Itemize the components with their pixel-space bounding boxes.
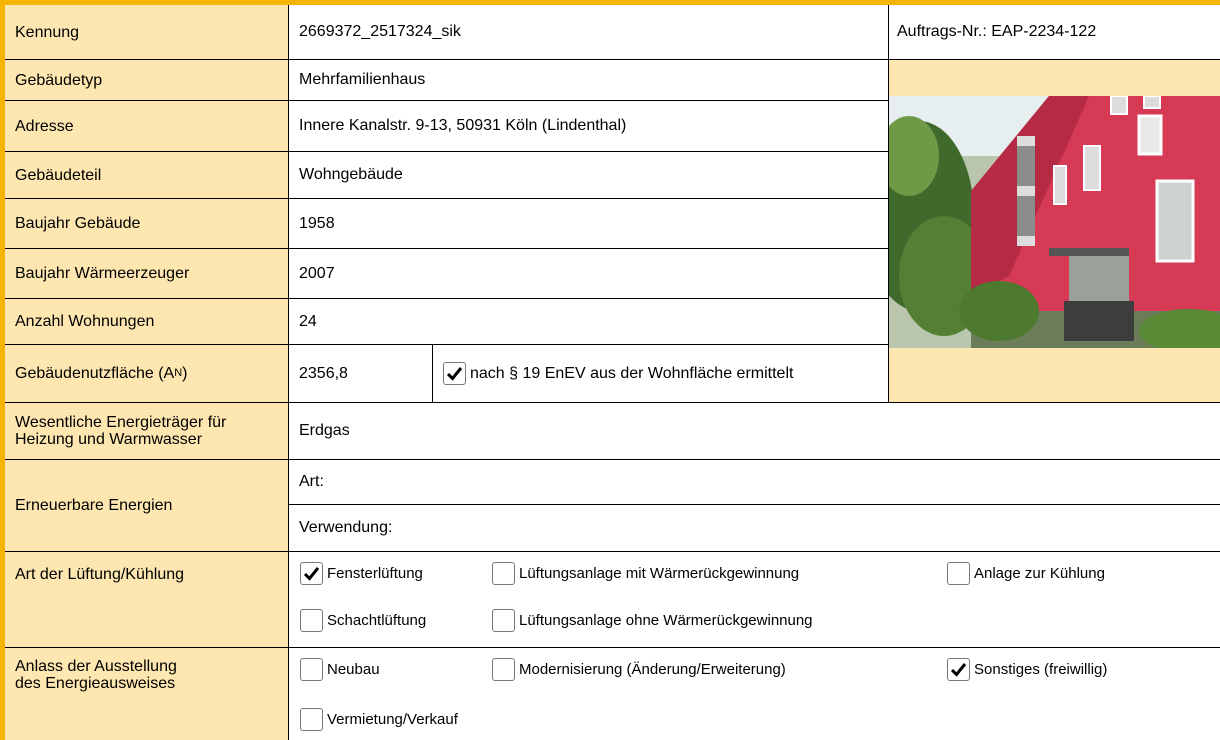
option-kuehlung[interactable]: Anlage zur Kühlung xyxy=(947,562,1105,585)
label-nutzflaeche-text: Gebäudenutzfläche (A xyxy=(15,365,175,382)
value-adresse: Innere Kanalstr. 9-13, 50931 Köln (Linde… xyxy=(289,101,889,152)
option-lueftung-mit-wrg-label: Lüftungsanlage mit Wärmerückgewinnung xyxy=(519,565,800,582)
value-gebaeudetyp: Mehrfamilienhaus xyxy=(289,60,889,101)
option-lueftung-ohne-wrg-label: Lüftungsanlage ohne Wärmerückgewinnung xyxy=(519,612,813,629)
option-kuehlung-label: Anlage zur Kühlung xyxy=(974,565,1105,582)
vermietung-checkbox[interactable] xyxy=(300,708,323,731)
label-anlass: Anlass der Ausstellung des Energieauswei… xyxy=(5,648,289,740)
value-nutzflaeche: 2356,8 xyxy=(289,345,433,403)
label-nutzflaeche-sub: N xyxy=(174,367,183,379)
option-neubau[interactable]: Neubau xyxy=(300,658,380,681)
label-anzahl-wohnungen: Anzahl Wohnungen xyxy=(5,299,289,345)
fensterlueftung-checkbox[interactable] xyxy=(300,562,323,585)
label-anlass-line2: des Energieausweises xyxy=(15,675,176,692)
label-adresse: Adresse xyxy=(5,101,289,152)
label-baujahr-gebaeude: Baujahr Gebäude xyxy=(5,199,289,249)
option-neubau-label: Neubau xyxy=(327,661,380,678)
label-energietraeger: Wesentliche Energieträger für Heizung un… xyxy=(5,403,289,460)
label-baujahr-waermeerzeuger: Baujahr Wärmeerzeuger xyxy=(5,249,289,299)
neubau-checkbox[interactable] xyxy=(300,658,323,681)
value-gebaeudeteil: Wohngebäude xyxy=(289,152,889,199)
modernisierung-checkbox[interactable] xyxy=(492,658,515,681)
option-modernisierung-label: Modernisierung (Änderung/Erweiterung) xyxy=(519,661,786,678)
label-nutzflaeche: Gebäudenutzfläche (A N) xyxy=(5,345,289,403)
sonstiges-checkbox[interactable] xyxy=(947,658,970,681)
option-schachtlueftung-label: Schachtlüftung xyxy=(327,612,427,629)
label-erneuerbare: Erneuerbare Energien xyxy=(5,460,289,552)
value-baujahr-gebaeude: 1958 xyxy=(289,199,889,249)
auftrags-nr: Auftrags-Nr.: EAP-2234-122 xyxy=(889,5,1220,60)
checkmark-icon xyxy=(446,367,463,381)
lueftung-mit-wrg-checkbox[interactable] xyxy=(492,562,515,585)
schachtlueftung-checkbox[interactable] xyxy=(300,609,323,632)
label-anlass-line1: Anlass der Ausstellung xyxy=(15,658,177,675)
checkmark-icon xyxy=(950,663,967,677)
label-nutzflaeche-end: ) xyxy=(182,365,188,382)
option-lueftung-ohne-wrg[interactable]: Lüftungsanlage ohne Wärmerückgewinnung xyxy=(492,609,813,632)
label-lueftung: Art der Lüftung/Kühlung xyxy=(5,552,289,648)
label-gebaeudetyp: Gebäudetyp xyxy=(5,60,289,101)
kuehlung-checkbox[interactable] xyxy=(947,562,970,585)
label-gebaeudeteil: Gebäudeteil xyxy=(5,152,289,199)
option-schachtlueftung[interactable]: Schachtlüftung xyxy=(300,609,426,632)
option-vermietung[interactable]: Vermietung/Verkauf xyxy=(300,708,458,731)
option-sonstiges-label: Sonstiges (freiwillig) xyxy=(974,661,1108,678)
option-vermietung-label: Vermietung/Verkauf xyxy=(327,711,458,728)
value-baujahr-waermeerzeuger: 2007 xyxy=(289,249,889,299)
value-anzahl-wohnungen: 24 xyxy=(289,299,889,345)
lueftung-ohne-wrg-checkbox[interactable] xyxy=(492,609,515,632)
value-erneuerbare-verwendung: Verwendung: xyxy=(289,505,1220,552)
value-erneuerbare-art: Art: xyxy=(289,460,1220,505)
column-divider xyxy=(288,5,289,740)
building-photo-icon xyxy=(889,96,1220,348)
checkmark-icon xyxy=(303,567,320,581)
nutzflaeche-checkbox[interactable] xyxy=(443,362,466,385)
option-modernisierung[interactable]: Modernisierung (Änderung/Erweiterung) xyxy=(492,658,786,681)
photo-band-top xyxy=(889,60,1220,96)
option-sonstiges[interactable]: Sonstiges (freiwillig) xyxy=(947,658,1107,681)
nutzflaeche-check-label: nach § 19 EnEV aus der Wohnfläche ermitt… xyxy=(470,364,794,382)
building-photo xyxy=(889,96,1220,348)
option-fensterlueftung[interactable]: Fensterlüftung xyxy=(300,562,423,585)
option-fensterlueftung-label: Fensterlüftung xyxy=(327,565,423,582)
label-energietraeger-line1: Wesentliche Energieträger für xyxy=(15,414,227,431)
nutzflaeche-check-cell: nach § 19 EnEV aus der Wohnfläche ermitt… xyxy=(433,345,889,403)
value-kennung: 2669372_2517324_sik xyxy=(289,5,889,60)
label-energietraeger-line2: Heizung und Warmwasser xyxy=(15,431,203,448)
value-energietraeger: Erdgas xyxy=(289,403,1220,460)
photo-band-bottom xyxy=(889,348,1220,403)
label-kennung: Kennung xyxy=(5,5,289,60)
option-lueftung-mit-wrg[interactable]: Lüftungsanlage mit Wärmerückgewinnung xyxy=(492,562,799,585)
